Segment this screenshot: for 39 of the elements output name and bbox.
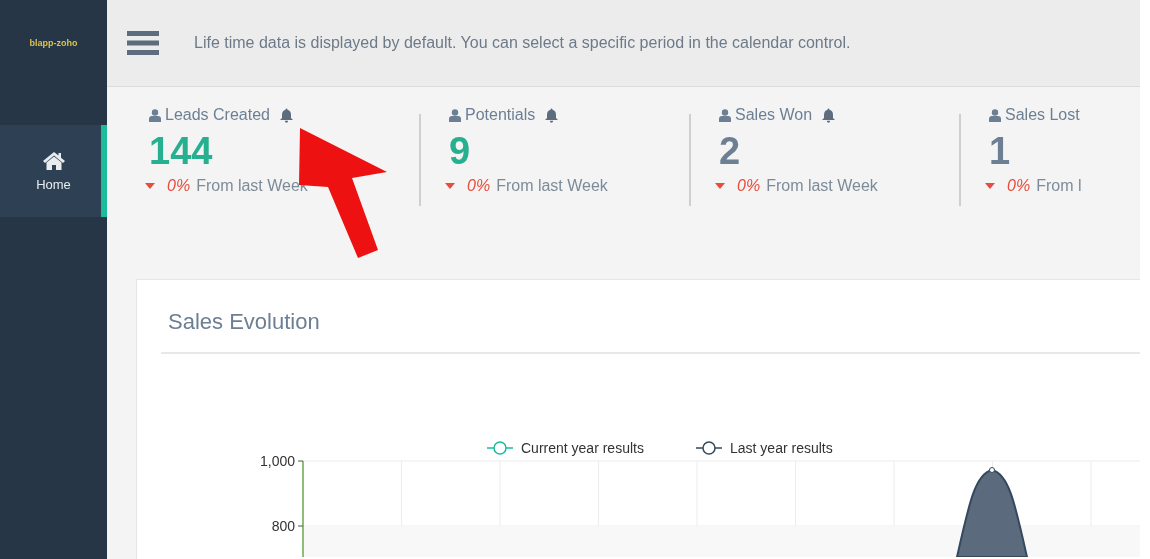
bell-icon[interactable] [821, 107, 837, 123]
legend-marker-icon[interactable] [695, 441, 723, 455]
change-percent: 0% [1007, 177, 1031, 195]
info-message: Life time data is displayed by default. You can select a specific period in the calendar control. [194, 34, 851, 52]
stat-label: Potentials [465, 106, 536, 124]
down-caret-icon [715, 183, 725, 189]
down-caret-icon [145, 183, 155, 189]
change-text: From last Week [496, 177, 608, 195]
user-icon [719, 108, 731, 122]
legend-label[interactable]: Current year results [521, 440, 644, 456]
stat-value: 1 [989, 129, 1012, 174]
home-icon [41, 150, 66, 171]
home-nav-item[interactable]: Home [0, 125, 107, 217]
stat-value: 9 [449, 129, 472, 174]
stat-label: Sales Won [735, 106, 813, 124]
change-percent: 0% [737, 177, 761, 195]
down-caret-icon [985, 183, 995, 189]
change-percent: 0% [167, 177, 191, 195]
bell-icon[interactable] [544, 107, 560, 123]
legend-label[interactable]: Last year results [730, 440, 833, 456]
bell-icon[interactable] [278, 107, 294, 123]
change-percent: 0% [467, 177, 491, 195]
legend-marker-icon[interactable] [486, 441, 514, 455]
stat-value: 2 [719, 129, 742, 174]
nav-label: Home [36, 176, 71, 192]
stat-label: Sales Lost [1005, 106, 1080, 124]
user-icon [989, 108, 1001, 122]
card-title: Sales Evolution [161, 280, 1140, 354]
change-text: From l [1036, 177, 1082, 195]
y-tick-label: 1,000 [259, 453, 295, 469]
y-tick-label: 800 [271, 518, 295, 534]
stat-label: Leads Created [165, 106, 270, 124]
logo: blapp-zoho [28, 36, 79, 50]
menu-icon[interactable] [127, 30, 159, 56]
stat-value: 144 [149, 129, 214, 174]
change-text: From last Week [766, 177, 878, 195]
down-caret-icon [445, 183, 455, 189]
user-icon [149, 108, 161, 122]
user-icon [449, 108, 461, 122]
